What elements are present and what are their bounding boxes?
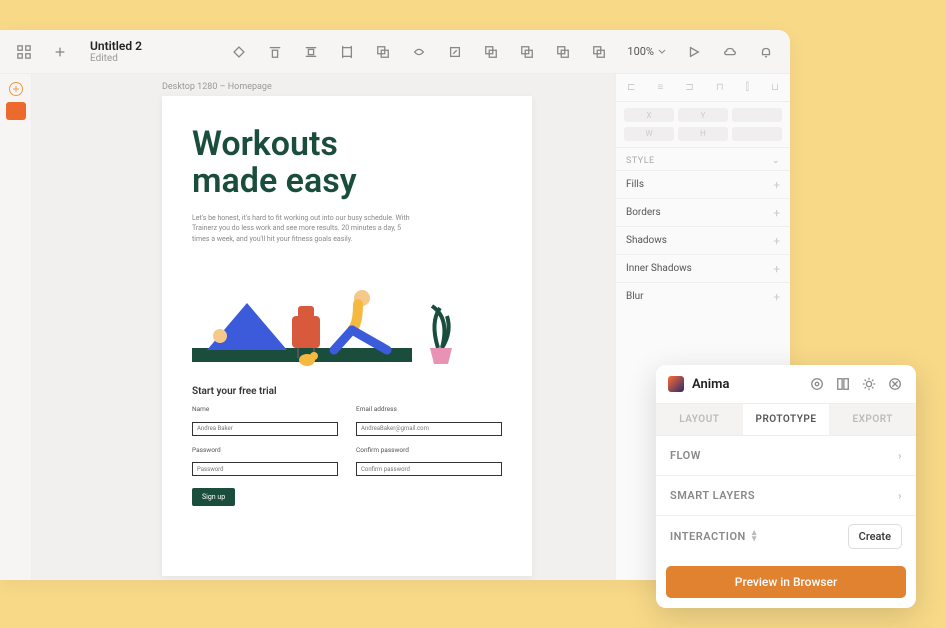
stepper-icon[interactable]: ▴▾ bbox=[752, 530, 757, 543]
difference-icon[interactable] bbox=[585, 38, 613, 66]
subtract-icon[interactable] bbox=[513, 38, 541, 66]
align-top-icon[interactable] bbox=[261, 38, 289, 66]
tab-prototype[interactable]: PROTOTYPE bbox=[743, 404, 830, 435]
canvas[interactable]: Desktop 1280 – Homepage Workoutsmade eas… bbox=[32, 74, 615, 580]
confirm-password-input[interactable] bbox=[356, 462, 502, 476]
flow-row[interactable]: FLOW › bbox=[656, 436, 916, 476]
create-button[interactable]: Create bbox=[848, 524, 902, 549]
document-info[interactable]: Untitled 2 Edited bbox=[90, 39, 142, 64]
zoom-value: 100% bbox=[627, 45, 654, 58]
email-label: Email address bbox=[356, 405, 502, 413]
fills-row[interactable]: Fills+ bbox=[616, 170, 790, 198]
target-icon[interactable] bbox=[808, 375, 826, 393]
align-controls[interactable]: ⊏ ≡ ⊐ ⊓ ⫿ ⊔ bbox=[616, 74, 790, 102]
align-bottom-icon: ⊔ bbox=[771, 82, 779, 93]
signup-form: Start your free trial Name Email address… bbox=[192, 386, 502, 506]
gear-icon[interactable] bbox=[860, 375, 878, 393]
email-input[interactable] bbox=[356, 422, 502, 436]
w-input[interactable]: W bbox=[624, 127, 674, 141]
smart-layers-row[interactable]: SMART LAYERS › bbox=[656, 476, 916, 516]
align-left-icon: ⊏ bbox=[627, 82, 635, 93]
play-icon[interactable] bbox=[680, 38, 708, 66]
name-label: Name bbox=[192, 405, 338, 413]
x-input[interactable]: X bbox=[624, 108, 674, 122]
lock-aspect[interactable] bbox=[732, 108, 782, 122]
mask-icon[interactable] bbox=[405, 38, 433, 66]
chevron-right-icon: › bbox=[898, 489, 902, 502]
inner-shadows-row[interactable]: Inner Shadows+ bbox=[616, 254, 790, 282]
y-input[interactable]: Y bbox=[678, 108, 728, 122]
preview-in-browser-button[interactable]: Preview in Browser bbox=[666, 566, 906, 598]
name-field: Name bbox=[192, 405, 338, 436]
blur-row[interactable]: Blur+ bbox=[616, 282, 790, 310]
cloud-icon[interactable] bbox=[716, 38, 744, 66]
smart-layers-label: SMART LAYERS bbox=[670, 489, 755, 502]
interaction-row[interactable]: INTERACTION ▴▾ Create bbox=[656, 516, 916, 556]
chevron-right-icon: › bbox=[898, 449, 902, 462]
align-vcenter-icon: ⫿ bbox=[746, 82, 749, 93]
angle-input[interactable] bbox=[732, 127, 782, 141]
align-center-icon[interactable] bbox=[297, 38, 325, 66]
style-section-title: STYLE⌄ bbox=[616, 148, 790, 170]
artboard-icon[interactable] bbox=[333, 38, 361, 66]
page-thumb-1[interactable] bbox=[6, 102, 26, 120]
close-icon[interactable] bbox=[886, 375, 904, 393]
shadows-row[interactable]: Shadows+ bbox=[616, 226, 790, 254]
add-dropdown-icon[interactable] bbox=[46, 38, 74, 66]
password-input[interactable] bbox=[192, 462, 338, 476]
confirm-password-label: Confirm password bbox=[356, 446, 502, 454]
scale-icon[interactable] bbox=[441, 38, 469, 66]
align-right-icon: ⊐ bbox=[685, 82, 693, 93]
password-label: Password bbox=[192, 446, 338, 454]
columns-icon[interactable] bbox=[834, 375, 852, 393]
email-field: Email address bbox=[356, 405, 502, 436]
zoom-control[interactable]: 100% bbox=[621, 45, 672, 58]
password-field: Password bbox=[192, 446, 338, 477]
anima-tabs: LAYOUT PROTOTYPE EXPORT bbox=[656, 403, 916, 436]
headline: Workoutsmade easy bbox=[192, 126, 502, 201]
align-top-icon: ⊓ bbox=[716, 82, 724, 93]
h-input[interactable]: H bbox=[678, 127, 728, 141]
tab-export[interactable]: EXPORT bbox=[829, 404, 916, 435]
diamond-icon[interactable] bbox=[225, 38, 253, 66]
confirm-password-field: Confirm password bbox=[356, 446, 502, 477]
artboard-label: Desktop 1280 – Homepage bbox=[162, 82, 272, 92]
tab-layout[interactable]: LAYOUT bbox=[656, 404, 743, 435]
form-title: Start your free trial bbox=[192, 386, 502, 397]
flow-label: FLOW bbox=[670, 449, 701, 462]
add-page-icon[interactable] bbox=[9, 82, 23, 96]
anima-header: Anima bbox=[656, 365, 916, 403]
top-toolbar: Untitled 2 Edited 100% bbox=[0, 30, 790, 74]
borders-row[interactable]: Borders+ bbox=[616, 198, 790, 226]
anima-logo-icon bbox=[668, 376, 684, 392]
signup-button[interactable]: Sign up bbox=[192, 488, 235, 506]
anima-title: Anima bbox=[692, 377, 800, 392]
intersect-icon[interactable] bbox=[549, 38, 577, 66]
grid-view-icon[interactable] bbox=[10, 38, 38, 66]
union-icon[interactable] bbox=[477, 38, 505, 66]
doc-title: Untitled 2 bbox=[90, 39, 142, 53]
workout-illustration bbox=[192, 258, 472, 368]
doc-status: Edited bbox=[90, 53, 142, 64]
dimension-controls: X Y W H bbox=[616, 102, 790, 148]
bell-icon[interactable] bbox=[752, 38, 780, 66]
interaction-label: INTERACTION bbox=[670, 530, 746, 543]
align-hcenter-icon: ≡ bbox=[658, 82, 664, 93]
left-rail bbox=[0, 74, 32, 580]
anima-plugin-panel: Anima LAYOUT PROTOTYPE EXPORT FLOW › SMA… bbox=[656, 365, 916, 608]
name-input[interactable] bbox=[192, 422, 338, 436]
group-icon[interactable] bbox=[369, 38, 397, 66]
artboard-homepage[interactable]: Workoutsmade easy Let's be honest, it's … bbox=[162, 96, 532, 576]
body-copy: Let's be honest, it's hard to fit workin… bbox=[192, 213, 412, 245]
